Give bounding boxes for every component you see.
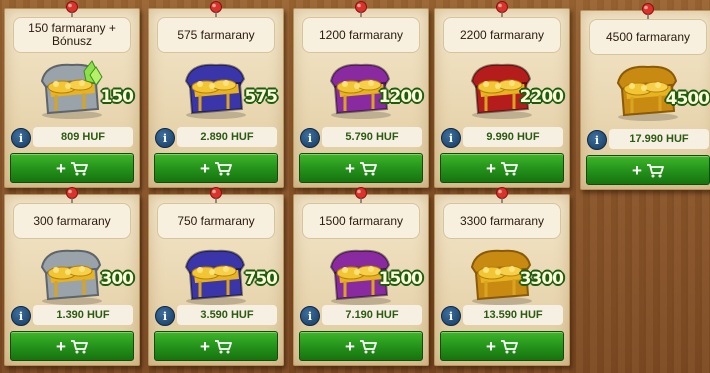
offer-title: 1500 farmarany (302, 203, 420, 239)
plus-icon: + (632, 160, 642, 180)
offer-price: 7.190 HUF (322, 305, 422, 325)
shopping-cart-icon (70, 161, 88, 176)
pushpin-icon (62, 1, 82, 17)
offer-card: 3300 farmarany 3300 i 13.590 HUF + (434, 187, 570, 366)
plus-icon: + (345, 158, 355, 178)
info-icon[interactable]: i (300, 128, 320, 148)
price-bar: i 17.990 HUF (587, 129, 709, 150)
offer-amount: 1200 (378, 87, 423, 107)
pushpin-icon (206, 187, 226, 203)
buy-button[interactable]: + (10, 331, 134, 361)
plus-icon: + (486, 158, 496, 178)
offer-card: 300 farmarany 300 i 1.390 HUF + (4, 187, 140, 366)
buy-button[interactable]: + (440, 153, 564, 183)
info-icon[interactable]: i (155, 128, 175, 148)
offer-title: 4500 farmarany (589, 19, 707, 55)
offer-price: 2.890 HUF (177, 127, 277, 147)
buy-button[interactable]: + (299, 153, 423, 183)
offer-amount: 575 (244, 87, 278, 107)
buy-button[interactable]: + (299, 331, 423, 361)
offer-card: 2200 farmarany 2200 i 9.990 HUF + (434, 1, 570, 188)
plus-icon: + (486, 336, 496, 356)
plus-icon: + (56, 336, 66, 356)
offer-amount: 3300 (519, 269, 564, 289)
offer-price: 9.990 HUF (463, 127, 563, 147)
plus-icon: + (56, 158, 66, 178)
offer-price: 3.590 HUF (177, 305, 277, 325)
info-icon[interactable]: i (11, 306, 31, 326)
shopping-cart-icon (500, 339, 518, 354)
price-bar: i 13.590 HUF (441, 305, 563, 326)
offer-card: 1500 farmarany 1500 i 7.190 HUF + (293, 187, 429, 366)
offer-title: 575 farmarany (157, 17, 275, 53)
buy-button[interactable]: + (440, 331, 564, 361)
shopping-cart-icon (359, 339, 377, 354)
offer-amount: 150 (100, 87, 134, 107)
offer-price: 1.390 HUF (33, 305, 133, 325)
price-bar: i 1.390 HUF (11, 305, 133, 326)
price-bar: i 809 HUF (11, 127, 133, 148)
plus-icon: + (200, 158, 210, 178)
price-bar: i 2.890 HUF (155, 127, 277, 148)
buy-button[interactable]: + (10, 153, 134, 183)
offer-title: 300 farmarany (13, 203, 131, 239)
info-icon[interactable]: i (441, 306, 461, 326)
price-bar: i 5.790 HUF (300, 127, 422, 148)
offer-title: 2200 farmarany (443, 17, 561, 53)
pushpin-icon (351, 187, 371, 203)
pushpin-icon (351, 1, 371, 17)
offer-price: 5.790 HUF (322, 127, 422, 147)
offer-title: 3300 farmarany (443, 203, 561, 239)
offer-card: 575 farmarany 575 i 2.890 HUF + (148, 1, 284, 188)
info-icon[interactable]: i (587, 130, 607, 150)
offer-title: 750 farmarany (157, 203, 275, 239)
offer-card: 750 farmarany 750 i 3.590 HUF + (148, 187, 284, 366)
pushpin-icon (638, 3, 658, 19)
price-bar: i 3.590 HUF (155, 305, 277, 326)
offer-title: 150 farmarany + Bónusz (13, 17, 131, 53)
buy-button[interactable]: + (154, 331, 278, 361)
info-icon[interactable]: i (441, 128, 461, 148)
offer-amount: 4500 (665, 89, 710, 109)
offer-card: 4500 farmarany 4500 i 17.990 HUF + (580, 3, 710, 190)
shopping-cart-icon (359, 161, 377, 176)
offer-amount: 1500 (378, 269, 423, 289)
offer-card: 1200 farmarany 1200 i 5.790 HUF + (293, 1, 429, 188)
info-icon[interactable]: i (300, 306, 320, 326)
info-icon[interactable]: i (155, 306, 175, 326)
offer-price: 809 HUF (33, 127, 133, 147)
shopping-cart-icon (70, 339, 88, 354)
offer-title: 1200 farmarany (302, 17, 420, 53)
offer-card: 150 farmarany + Bónusz 150 i 809 HUF + (4, 1, 140, 188)
price-bar: i 9.990 HUF (441, 127, 563, 148)
pushpin-icon (492, 187, 512, 203)
plus-icon: + (200, 336, 210, 356)
shopping-cart-icon (646, 163, 664, 178)
shopping-cart-icon (500, 161, 518, 176)
plus-icon: + (345, 336, 355, 356)
offer-price: 13.590 HUF (463, 305, 563, 325)
offer-amount: 300 (100, 269, 134, 289)
pushpin-icon (492, 1, 512, 17)
info-icon[interactable]: i (11, 128, 31, 148)
price-bar: i 7.190 HUF (300, 305, 422, 326)
offer-amount: 2200 (519, 87, 564, 107)
pushpin-icon (62, 187, 82, 203)
buy-button[interactable]: + (586, 155, 710, 185)
buy-button[interactable]: + (154, 153, 278, 183)
shopping-cart-icon (214, 339, 232, 354)
offer-price: 17.990 HUF (609, 129, 709, 149)
shopping-cart-icon (214, 161, 232, 176)
pushpin-icon (206, 1, 226, 17)
offer-amount: 750 (244, 269, 278, 289)
